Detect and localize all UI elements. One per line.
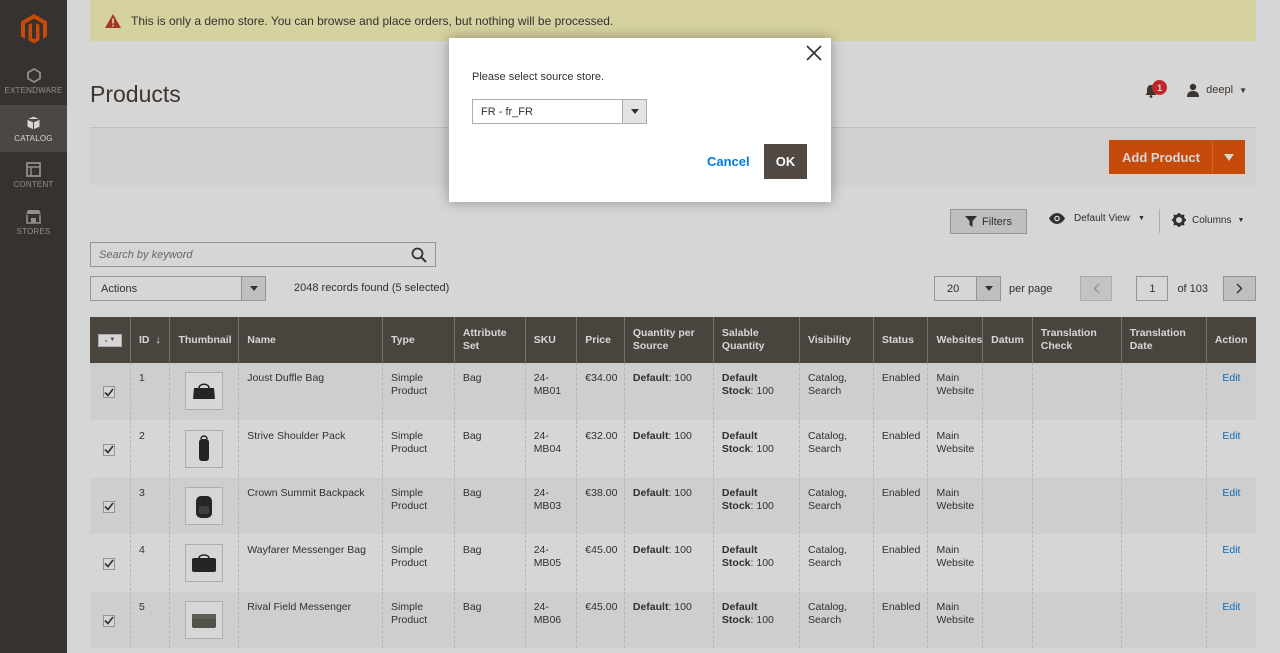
source-store-modal: Please select source store. FR - fr_FR C…	[449, 38, 831, 202]
cancel-button[interactable]: Cancel	[707, 154, 750, 169]
ok-button[interactable]: OK	[764, 144, 807, 179]
source-store-select[interactable]: FR - fr_FR	[472, 99, 647, 124]
source-store-value: FR - fr_FR	[481, 105, 533, 118]
close-icon[interactable]	[805, 44, 823, 62]
modal-message: Please select source store.	[472, 71, 605, 83]
chevron-down-icon	[622, 100, 646, 123]
